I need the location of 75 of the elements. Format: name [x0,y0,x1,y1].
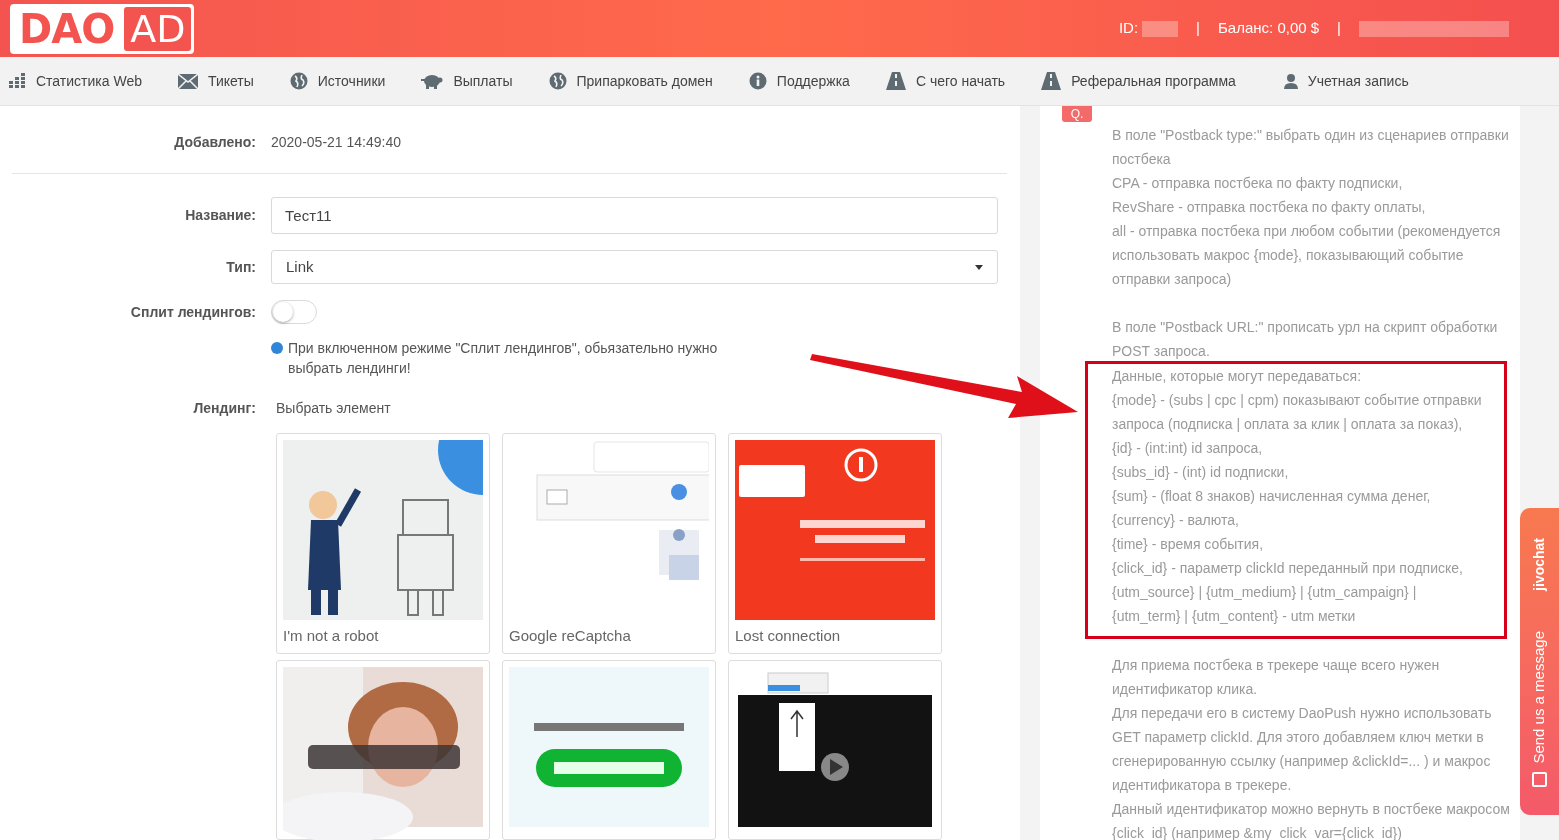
help-text-line: POST запроса. [1112,342,1211,361]
landing-caption: Lost connection [735,626,842,646]
help-text-line: all - отправка постбека при любом событии (рекомендуется [1112,222,1502,241]
field-label: Лендинг: [193,399,256,418]
split-note: При включенном режиме "Сплит лендингов", обьязательно нужно выбрать лендинги! [288,339,719,378]
globe-icon [289,72,308,90]
field-label: Название: [185,206,256,225]
chat-icon [1532,771,1547,787]
help-text-line: {click_id} - параметр clickId переданный при подписке, [1112,559,1464,578]
help-text-line: запроса (подписка | оплата за клик | оплата за показ), [1112,415,1464,434]
field-label: Тип: [226,257,256,277]
nav-link[interactable]: Тикеты [177,56,254,106]
info-icon [271,342,283,354]
help-text-line: идентификатора в трекере. [1112,776,1293,795]
road-icon [1041,72,1062,90]
help-text-line: использовать макрос {mode}, показывающий событие [1112,246,1465,265]
help-text-line: отправки запроса) [1112,270,1233,289]
nav-link[interactable]: Учетная запись [1283,56,1409,106]
envelope-icon [177,73,198,89]
help-text-line: постбека [1112,150,1172,169]
nav-link[interactable]: Припарковать домен [548,56,713,106]
help-text-line: {currency} - валюта, [1112,511,1240,530]
nav-link[interactable]: Поддержка [748,56,850,106]
help-text-line: {subs_id} - (int) id подписки, [1112,463,1290,482]
help-text-line: Для передачи его в систему DaoPush нужно использовать [1112,704,1493,723]
help-text-line: {id} - (int:int) id запроса, [1112,439,1264,458]
nav-link[interactable]: Реферальная программа [1041,56,1236,106]
nav-link[interactable]: Выплаты [421,56,513,106]
help-text-line: CPA - отправка постбека по факту подписки, [1112,174,1404,193]
separator: | [1336,18,1342,39]
help-text-line: Данный идентификатор можно вернуть в постбеке макросом [1112,800,1511,819]
user-icon [1283,73,1298,89]
field-label: Сплит лендингов: [130,302,256,322]
separator: | [1195,18,1201,39]
help-text-line: идентификатор клика. [1112,680,1259,699]
road-icon [885,72,906,90]
type-select[interactable]: Link [271,250,998,284]
redacted-value [1142,20,1179,37]
landing-card[interactable]: Lost connection [728,433,942,654]
help-text-line: {sum} - (float 8 знаков) начисленная сумма денег, [1112,487,1432,506]
help-text-line: Для приема постбека в трекере чаще всего нужен [1112,656,1441,675]
balance-text: Баланс: 0,00 $ [1218,18,1320,39]
nav-link[interactable]: Статистика Web [8,56,142,106]
bar-chart-icon [8,73,26,89]
logo-text: DAO [18,8,116,49]
id-label: ID: [1118,18,1139,39]
landing-caption: I'm not a robot [283,626,380,646]
field-label: Добавлено: [174,132,256,152]
landing-card[interactable]: Google reCaptcha [502,433,716,654]
caret-icon [975,264,983,270]
date-value: 2020-05-21 14:49:40 [271,132,401,152]
help-text-line: GET параметр clickId. Для этого добавляем ключ метки в [1112,728,1485,747]
help-text-line: {utm_term} | {utm_content} - utm метки [1112,607,1357,626]
chat-label: Send us a message [1529,630,1549,764]
help-text-line: сгенерированную ссылку (например &clickId=... ) и макрос [1112,752,1492,771]
help-text-line: Данные, которые могут передаваться: [1112,367,1363,386]
help-text-line: В поле "Postback URL:" прописать урл на скрипт обработки [1112,318,1499,337]
help-text-line: {mode} - (subs | cpc | cpm) показывают событие отправки [1112,391,1483,410]
nav-link[interactable]: С чего начать [885,56,1006,106]
name-field[interactable]: Тест11 [271,197,998,234]
landing-card[interactable]: I'm not a robot [276,433,490,654]
chat-brand: jivochat [1530,538,1548,591]
landing-select[interactable]: Выбрать элемент [271,398,391,419]
help-text-line: В поле "Postback type:" выбрать один из сценариев отправки [1112,126,1510,145]
help-text-line: {time} - время события, [1112,535,1265,554]
help-text-line: RevShare - отправка постбека по факту оплаты, [1112,198,1427,217]
nav-link[interactable]: Источники [289,56,386,106]
q-badge: Q. [1062,106,1092,122]
split-toggle[interactable] [271,300,317,324]
piggy-bank-icon [421,72,444,90]
globe-icon [548,72,567,90]
help-text-line: {utm_source} | {utm_medium} | {utm_campaign} | [1112,583,1418,602]
info-icon [748,72,767,90]
logo-text: AD [124,6,192,51]
landing-caption: Google reCaptcha [509,626,632,646]
